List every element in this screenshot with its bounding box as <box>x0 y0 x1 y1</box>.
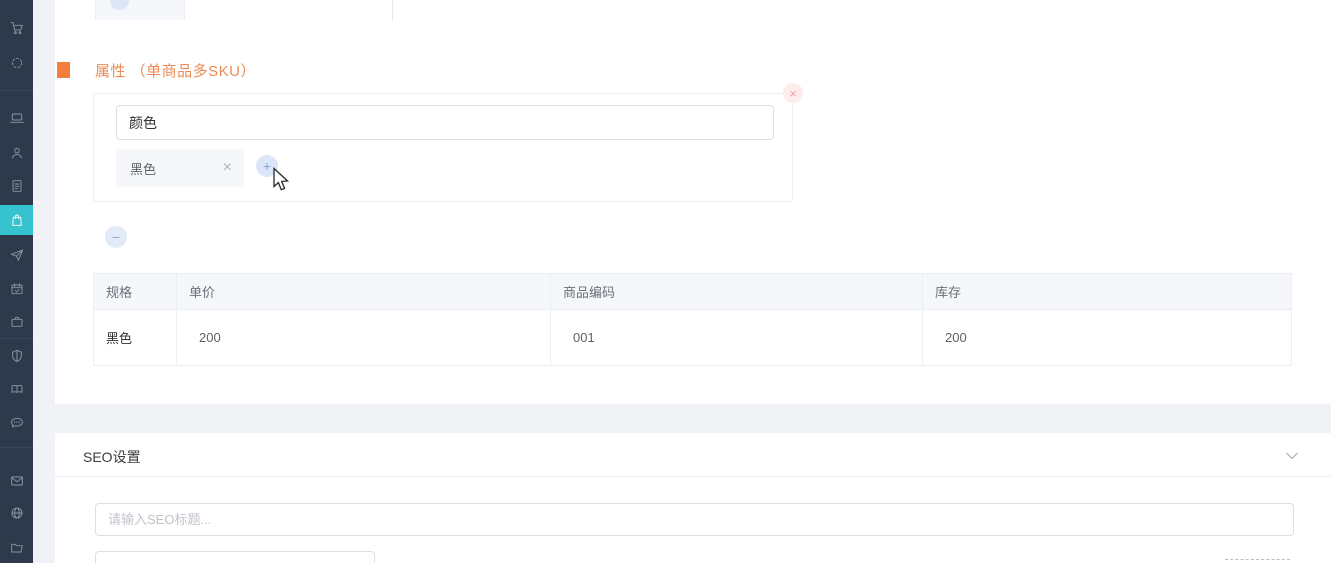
clipped-form-row <box>95 0 393 20</box>
sku-spec-cell: 黑色 <box>94 310 177 366</box>
sku-price-cell[interactable]: 200 <box>177 310 551 366</box>
clipped-form-cell <box>95 0 185 20</box>
laptop-icon[interactable] <box>0 103 33 133</box>
product-edit-page: 属性 （单商品多SKU） × 黑色 × + − <box>0 0 1331 563</box>
seo-header[interactable]: SEO设置 <box>55 433 1331 477</box>
section-marker <box>57 62 70 78</box>
plus-icon: + <box>263 159 271 173</box>
globe-icon[interactable] <box>0 498 33 528</box>
round-button-clipped[interactable] <box>110 0 129 10</box>
attributes-panel: 属性 （单商品多SKU） × 黑色 × + − <box>55 0 1331 404</box>
add-value-button[interactable]: + <box>256 155 278 177</box>
briefcase-icon[interactable] <box>0 307 33 337</box>
column-header-spec: 规格 <box>94 274 177 310</box>
sku-stock-cell[interactable]: 200 <box>923 310 1292 366</box>
sidebar <box>0 0 33 563</box>
shield-icon[interactable] <box>0 341 33 371</box>
attribute-card: 黑色 × + <box>93 93 793 202</box>
close-icon: × <box>789 86 797 101</box>
sidebar-divider <box>0 90 33 91</box>
remove-value-icon[interactable]: × <box>223 149 232 187</box>
document-icon[interactable] <box>0 171 33 201</box>
attribute-value-label: 黑色 <box>130 159 156 178</box>
chevron-down-icon[interactable] <box>1284 448 1300 464</box>
paper-plane-icon[interactable] <box>0 240 33 270</box>
minus-icon: − <box>112 229 120 245</box>
envelope-icon[interactable] <box>0 466 33 496</box>
section-title: 属性 （单商品多SKU） <box>95 60 256 81</box>
sku-table-header-row: 规格 单价 商品编码 库存 <box>94 274 1292 310</box>
calendar-check-icon[interactable] <box>0 274 33 304</box>
sku-table-row: 黑色 200 001 200 <box>94 310 1292 366</box>
column-header-code: 商品编码 <box>551 274 923 310</box>
folder-icon[interactable] <box>0 533 33 563</box>
seo-keywords-input-clipped[interactable] <box>95 551 375 563</box>
shopping-bag-icon[interactable] <box>0 205 33 235</box>
user-icon[interactable] <box>0 138 33 168</box>
dashed-upload-edge <box>1225 559 1290 562</box>
remove-attribute-button[interactable]: × <box>783 83 803 103</box>
column-header-price: 单价 <box>177 274 551 310</box>
book-icon[interactable] <box>0 374 33 404</box>
sidebar-divider <box>0 338 33 339</box>
sku-code-cell[interactable]: 001 <box>551 310 923 366</box>
attribute-value-tag: 黑色 × <box>116 149 244 187</box>
cart-icon[interactable] <box>0 13 33 43</box>
clipped-form-cell <box>185 0 393 20</box>
chat-icon[interactable] <box>0 408 33 438</box>
sku-table: 规格 单价 商品编码 库存 黑色 200 001 200 <box>93 273 1292 366</box>
seo-panel: SEO设置 <box>55 433 1331 563</box>
spinner-icon[interactable] <box>0 48 33 78</box>
sidebar-divider <box>0 447 33 448</box>
remove-attribute-row-button[interactable]: − <box>105 226 127 248</box>
column-header-stock: 库存 <box>923 274 1292 310</box>
seo-section-title: SEO设置 <box>83 447 141 467</box>
attribute-name-input[interactable] <box>116 105 774 140</box>
seo-title-input[interactable] <box>95 503 1294 536</box>
